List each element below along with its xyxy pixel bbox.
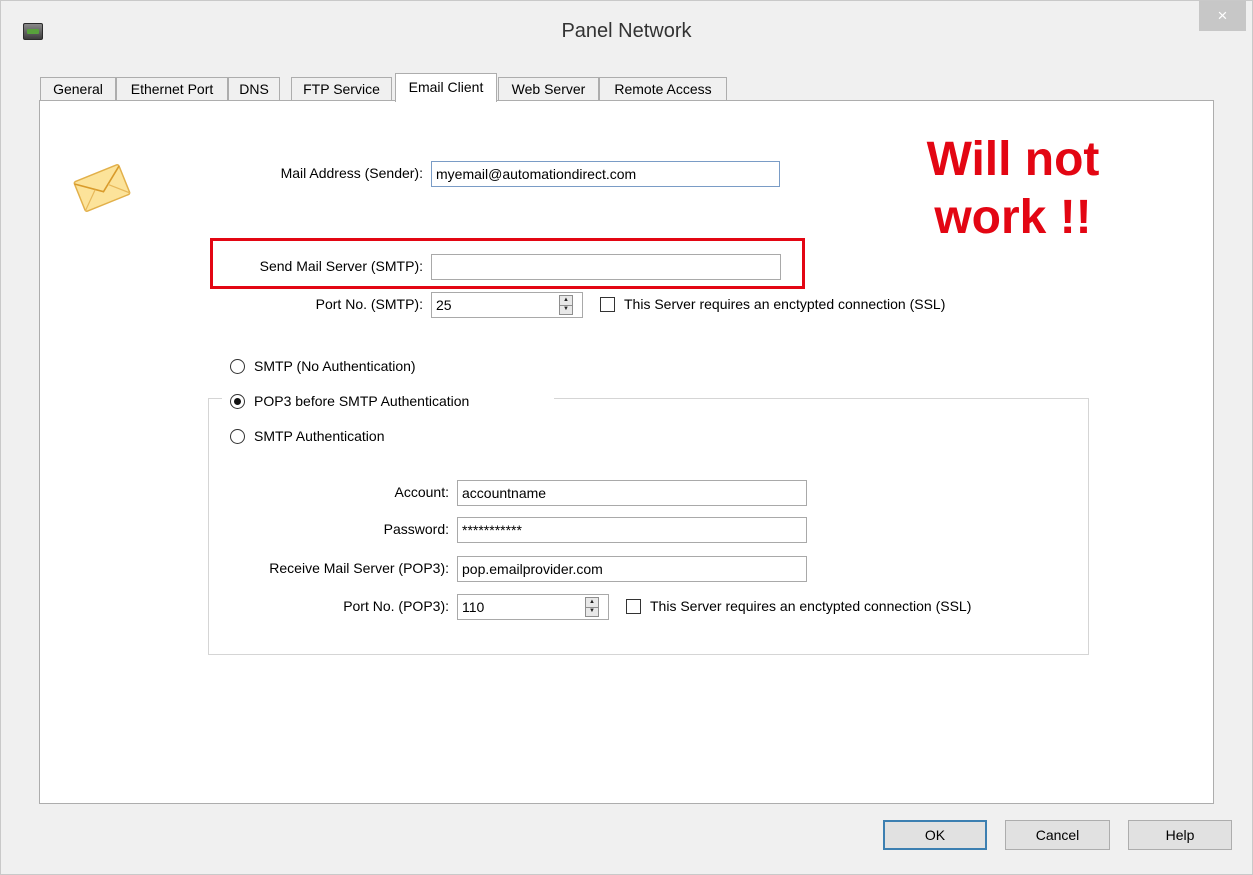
highlight-box (210, 238, 805, 289)
tab-web-server[interactable]: Web Server (498, 77, 599, 101)
help-button[interactable]: Help (1128, 820, 1232, 850)
password-label: Password: (383, 521, 449, 537)
mail-address-label: Mail Address (Sender): (280, 165, 423, 181)
ok-button[interactable]: OK (883, 820, 987, 850)
smtp-port-stepper[interactable]: ▲ ▼ (431, 292, 583, 318)
account-label: Account: (394, 484, 449, 500)
radio-pop3-before-smtp[interactable] (230, 394, 245, 409)
pop3-server-field[interactable] (457, 556, 807, 582)
title-bar: Panel Network × (1, 1, 1252, 63)
pop3-port-stepper[interactable]: ▲ ▼ (457, 594, 609, 620)
tab-email-client[interactable]: Email Client (395, 73, 497, 102)
window-title: Panel Network (561, 20, 692, 42)
envelope-icon (70, 163, 134, 216)
radio-smtp-auth[interactable] (230, 429, 245, 444)
pop3-ssl-checkbox[interactable] (626, 599, 641, 614)
cancel-button[interactable]: Cancel (1005, 820, 1110, 850)
panel-network-dialog: Panel Network × General Ethernet Port DN… (0, 0, 1253, 875)
tab-general[interactable]: General (40, 77, 116, 101)
arrow-down-icon[interactable]: ▼ (586, 607, 598, 616)
arrow-down-icon[interactable]: ▼ (560, 305, 572, 314)
warning-annotation-line1: Will not (926, 133, 1100, 186)
tab-ethernet-port[interactable]: Ethernet Port (116, 77, 228, 101)
tab-dns[interactable]: DNS (228, 77, 280, 101)
close-button[interactable]: × (1199, 1, 1246, 31)
smtp-port-label: Port No. (SMTP): (315, 296, 423, 312)
password-field[interactable] (457, 517, 807, 543)
radio-smtp-no-auth[interactable] (230, 359, 245, 374)
pop3-port-label: Port No. (POP3): (343, 598, 449, 614)
warning-annotation: Will not work !! (878, 131, 1148, 247)
mail-address-field[interactable] (431, 161, 780, 187)
radio-smtp-auth-label: SMTP Authentication (254, 428, 385, 444)
smtp-ssl-label: This Server requires an enctypted connec… (624, 296, 946, 312)
warning-annotation-line2: work !! (934, 191, 1092, 244)
tab-ftp-service[interactable]: FTP Service (291, 77, 392, 101)
radio-pop3-before-smtp-label: POP3 before SMTP Authentication (254, 393, 470, 409)
pop3-ssl-label: This Server requires an enctypted connec… (650, 598, 972, 614)
tab-remote-access[interactable]: Remote Access (599, 77, 727, 101)
pop3-server-label: Receive Mail Server (POP3): (269, 560, 449, 576)
smtp-port-spin-buttons[interactable]: ▲ ▼ (559, 295, 573, 315)
radio-smtp-no-auth-label: SMTP (No Authentication) (254, 358, 416, 374)
account-field[interactable] (457, 480, 807, 506)
email-client-panel: Will not work !! Mail Address (Sender): … (39, 100, 1214, 804)
smtp-ssl-checkbox[interactable] (600, 297, 615, 312)
pop3-port-spin-buttons[interactable]: ▲ ▼ (585, 597, 599, 617)
